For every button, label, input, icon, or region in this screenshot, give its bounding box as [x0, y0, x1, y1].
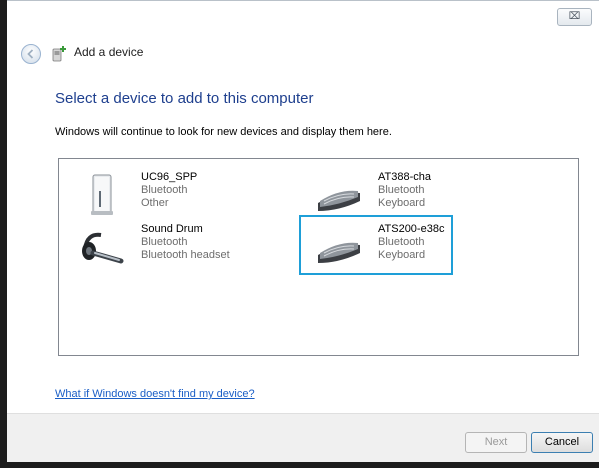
device-category: Other — [141, 197, 169, 209]
title-bar: ⌧ — [7, 0, 599, 26]
device-item-at388-cha[interactable]: AT388-cha Bluetooth Keyboard — [314, 171, 544, 219]
device-category: Keyboard — [378, 197, 426, 209]
device-item-uc96-spp[interactable]: UC96_SPP Bluetooth Other — [77, 171, 307, 219]
device-item-ats200-e38c[interactable]: ATS200-e38c Bluetooth Keyboard — [314, 223, 544, 271]
back-button[interactable] — [21, 44, 41, 64]
close-button[interactable]: ⌧ — [557, 8, 592, 26]
help-link[interactable]: What if Windows doesn't find my device? — [55, 388, 255, 400]
add-device-dialog: cnaracter ⌧ Add a device Select a device… — [7, 0, 599, 462]
keyboard-icon — [318, 190, 360, 211]
device-category: Bluetooth headset — [141, 249, 230, 261]
device-name: ATS200-e38c — [378, 223, 445, 235]
device-item-sound-drum[interactable]: Sound Drum Bluetooth Bluetooth headset — [77, 223, 307, 271]
background-window-edge-bottom — [0, 462, 599, 468]
device-name: UC96_SPP — [141, 171, 198, 183]
device-category: Keyboard — [378, 249, 426, 261]
main-instruction: Select a device to add to this computer — [55, 90, 314, 107]
device-protocol: Bluetooth — [378, 184, 425, 196]
next-button[interactable]: Next — [465, 432, 527, 453]
instruction-subtext: Windows will continue to look for new de… — [55, 126, 392, 138]
device-name: Sound Drum — [141, 223, 203, 235]
speaker-tower-icon — [91, 174, 113, 215]
device-protocol: Bluetooth — [141, 236, 188, 248]
device-protocol: Bluetooth — [141, 184, 188, 196]
button-bar: Next Cancel — [7, 413, 599, 462]
device-name: AT388-cha — [378, 171, 431, 183]
back-arrow-icon — [27, 49, 34, 59]
keyboard-icon — [318, 242, 360, 263]
device-protocol: Bluetooth — [378, 236, 425, 248]
dialog-header-title: Add a device — [74, 45, 144, 59]
cancel-button[interactable]: Cancel — [531, 432, 593, 453]
headset-icon — [82, 232, 124, 264]
add-device-icon — [52, 46, 66, 62]
device-list: UC96_SPP Bluetooth Other AT388-cha Bluet… — [58, 158, 579, 356]
background-window-edge — [0, 0, 7, 468]
